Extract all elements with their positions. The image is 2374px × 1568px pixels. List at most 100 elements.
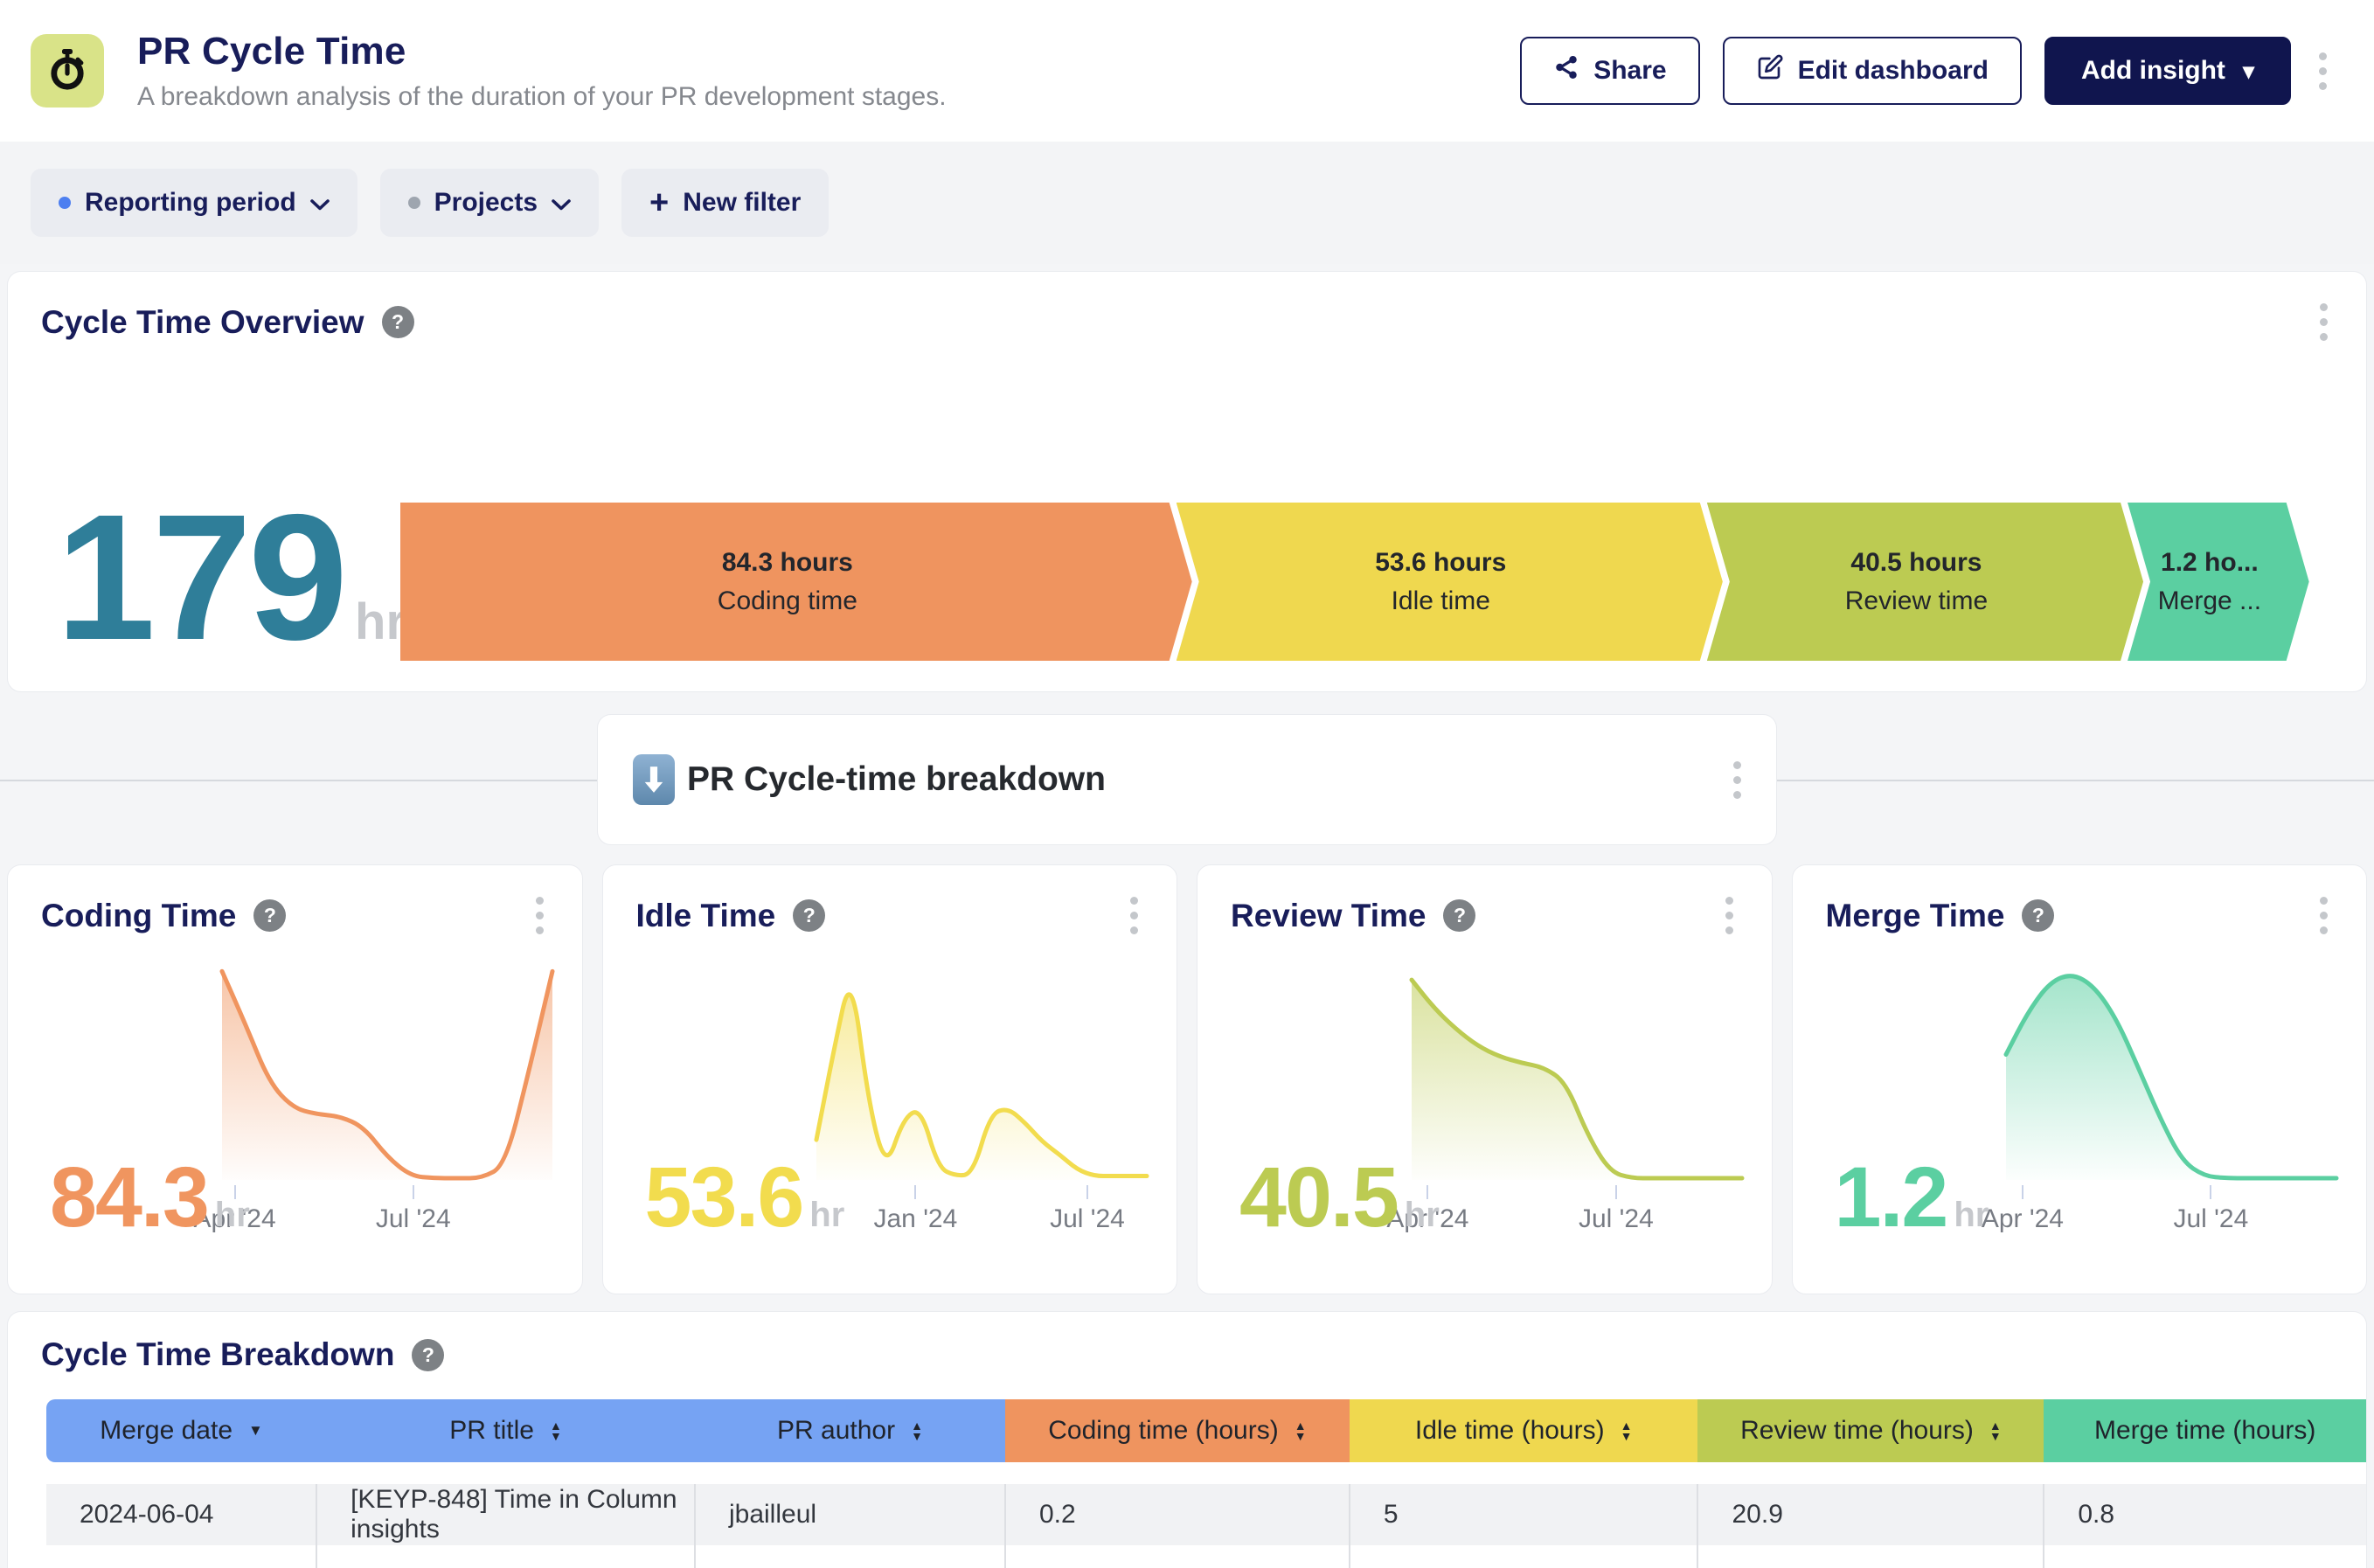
merge-time-sparkline: [2006, 958, 2336, 1182]
stage-value: 53.6 hours: [1375, 548, 1506, 578]
coding-time-sparkline: [222, 958, 552, 1182]
review-time-sparkline: [1412, 958, 1742, 1182]
overview-kebab-menu[interactable]: [2315, 298, 2333, 346]
edit-dashboard-button-label: Edit dashboard: [1798, 56, 1989, 86]
x-axis-tick: [1615, 1185, 1617, 1199]
top-bar: PR Cycle Time A breakdown analysis of th…: [0, 0, 2374, 142]
column-header-pr-author[interactable]: PR author ▲▼: [695, 1399, 1005, 1462]
chevron-down-icon: [310, 188, 330, 218]
funnel-stage-review[interactable]: 40.5 hours Review time: [1707, 503, 2143, 661]
projects-dot: [408, 197, 420, 209]
column-header-review-time-hours-[interactable]: Review time (hours) ▲▼: [1697, 1399, 2044, 1462]
x-axis: Jan '24 Jul '24: [816, 1185, 1147, 1241]
total-cycle-time: 179 hr: [56, 506, 406, 651]
sort-icon[interactable]: ▲▼: [550, 1420, 562, 1441]
funnel-stage-merge[interactable]: 1.2 ho... Merge ...: [2128, 503, 2309, 661]
column-header-coding-time-hours-[interactable]: Coding time (hours)▲▼: [1005, 1399, 1350, 1462]
banner-kebab-menu[interactable]: [1728, 756, 1746, 804]
sort-icon[interactable]: ▲▼: [1989, 1420, 2002, 1441]
share-button-label: Share: [1593, 56, 1666, 86]
table-row-partial: [46, 1545, 2366, 1568]
banner-title: PR Cycle-time breakdown: [687, 760, 1106, 799]
x-axis-label: Apr '24: [1982, 1204, 2064, 1234]
stage-label: Merge ...: [2158, 586, 2261, 616]
x-axis-tick: [413, 1185, 414, 1199]
x-axis-label: Jul '24: [1050, 1204, 1125, 1234]
page-subtitle: A breakdown analysis of the duration of …: [137, 82, 1520, 112]
help-icon[interactable]: ?: [1443, 899, 1475, 932]
edit-dashboard-button[interactable]: Edit dashboard: [1723, 37, 2022, 105]
cycle-time-breakdown-card: Cycle Time Breakdown ? Merge date▼PR tit…: [7, 1311, 2367, 1568]
table-cell: 20.9: [1697, 1484, 2044, 1545]
table-cell: 2024-06-04: [46, 1484, 316, 1545]
projects-label: Projects: [434, 188, 538, 218]
table-spacer-row: [46, 1462, 2366, 1484]
table-cell: 0.2: [1005, 1484, 1350, 1545]
card-kebab-menu[interactable]: [2315, 892, 2333, 940]
card-kebab-menu[interactable]: [1720, 892, 1739, 940]
down-arrow-icon: [633, 754, 675, 805]
coding-time-card: Coding Time ? Apr '24Jul '24 84.3 hr: [7, 864, 583, 1294]
sort-icon[interactable]: ▲▼: [911, 1420, 923, 1441]
x-axis-label: Jan '24: [873, 1204, 957, 1234]
x-axis-tick: [1086, 1185, 1088, 1199]
card-title: Review Time: [1231, 898, 1426, 934]
x-axis: Apr '24Jul '24: [222, 1185, 552, 1241]
help-icon[interactable]: ?: [253, 899, 286, 932]
review-time-card: Review Time ? Apr '24Jul '24 40.5 hr: [1197, 864, 1773, 1294]
card-kebab-menu[interactable]: [531, 892, 549, 940]
card-kebab-menu[interactable]: [1125, 892, 1143, 940]
dashboard-icon: [31, 34, 104, 108]
funnel-stage-coding[interactable]: 84.3 hours Coding time: [400, 503, 1192, 661]
stage-label: Review time: [1845, 586, 1988, 616]
help-icon[interactable]: ?: [412, 1339, 444, 1371]
table-row[interactable]: 2024-06-04[KEYP-848] Time in Column insi…: [46, 1484, 2366, 1545]
x-axis-label: Jul '24: [376, 1204, 451, 1234]
edit-icon: [1756, 53, 1784, 88]
reporting-period-filter[interactable]: Reporting period: [31, 169, 357, 237]
share-button[interactable]: Share: [1520, 37, 1699, 105]
sort-desc-icon[interactable]: ▼: [248, 1422, 263, 1440]
overview-title: Cycle Time Overview: [41, 304, 364, 341]
page-title: PR Cycle Time: [137, 30, 1520, 73]
help-icon[interactable]: ?: [793, 899, 825, 932]
cycle-time-overview-card: Cycle Time Overview ? 179 hr 84.3 hours …: [7, 271, 2367, 692]
help-icon[interactable]: ?: [382, 306, 414, 338]
column-header-label: PR author: [777, 1416, 895, 1446]
column-header-label: Idle time (hours): [1415, 1416, 1605, 1446]
table-cell: 0.8: [2044, 1484, 2366, 1545]
x-axis-tick: [2022, 1185, 2023, 1199]
new-filter-button[interactable]: + New filter: [621, 169, 829, 237]
column-header-label: Merge time (hours): [2094, 1416, 2315, 1446]
help-icon[interactable]: ?: [2022, 899, 2054, 932]
stopwatch-icon: [46, 48, 88, 94]
x-axis: Apr '24Jul '24: [2006, 1185, 2336, 1241]
x-axis-tick: [2210, 1185, 2211, 1199]
metric-cards-row: Coding Time ? Apr '24Jul '24 84.3 hr Idl…: [7, 864, 2367, 1294]
stage-value: 40.5 hours: [1850, 548, 1982, 578]
plus-icon: +: [649, 186, 669, 219]
column-header-merge-time-hours-[interactable]: Merge time (hours): [2044, 1399, 2366, 1462]
column-header-pr-title[interactable]: PR title ▲▼: [316, 1399, 695, 1462]
total-cycle-time-value: 179: [56, 506, 344, 649]
chevron-down-icon: [552, 188, 571, 218]
table-title: Cycle Time Breakdown: [41, 1336, 394, 1373]
funnel-stage-idle[interactable]: 53.6 hours Idle time: [1177, 503, 1723, 661]
column-header-idle-time-hours-[interactable]: Idle time (hours) ▲▼: [1350, 1399, 1698, 1462]
column-header-merge-date[interactable]: Merge date▼: [46, 1399, 316, 1462]
projects-filter[interactable]: Projects: [380, 169, 599, 237]
add-insight-button-label: Add insight: [2081, 56, 2225, 86]
metric-value: 1.2: [1835, 1148, 1947, 1246]
filter-bar: Reporting period Projects + New filter: [0, 142, 2374, 264]
cycle-time-funnel: 84.3 hours Coding time 53.6 hours Idle t…: [400, 503, 2331, 661]
header-kebab-menu[interactable]: [2314, 47, 2332, 95]
sort-icon[interactable]: ▲▼: [1621, 1420, 1633, 1441]
cycle-time-breakdown-table: Merge date▼PR title▲▼PR author▲▼Coding t…: [46, 1399, 2366, 1568]
sort-icon[interactable]: ▲▼: [1295, 1420, 1307, 1441]
column-header-label: PR title: [449, 1416, 534, 1446]
stage-label: Coding time: [718, 586, 857, 616]
metric-value: 53.6: [645, 1148, 803, 1246]
column-header-label: Review time (hours): [1740, 1416, 1974, 1446]
x-axis-label: Jul '24: [2173, 1204, 2248, 1234]
add-insight-button[interactable]: Add insight ▾: [2044, 37, 2291, 105]
